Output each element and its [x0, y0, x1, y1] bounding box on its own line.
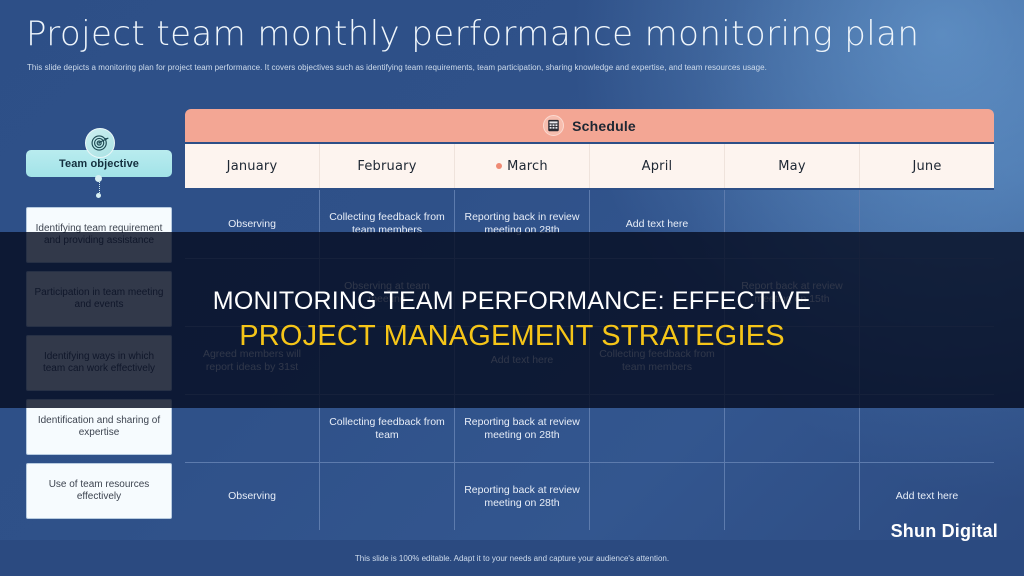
month-header-march[interactable]: March: [455, 144, 590, 188]
month-marker-dot: [496, 163, 503, 169]
cell-text: Add text here: [895, 490, 959, 502]
table-cell[interactable]: Reporting back at review meeting on 28th: [455, 463, 590, 530]
cell-text: Observing: [228, 490, 276, 502]
schedule-title: Schedule: [572, 117, 636, 134]
table-cell[interactable]: Observing: [185, 463, 320, 530]
month-label: April: [641, 158, 673, 174]
month-label: January: [226, 158, 278, 174]
cell-text: Add text here: [625, 217, 689, 230]
table-cell[interactable]: [320, 463, 455, 530]
page-subtitle: This slide depicts a monitoring plan for…: [27, 63, 767, 72]
objective-card-label: Identification and sharing of expertise: [37, 414, 161, 439]
footer-note: This slide is 100% editable. Adapt it to…: [354, 554, 670, 563]
cell-text: Observing: [228, 217, 276, 230]
schedule-header-bar: Schedule: [185, 109, 994, 144]
month-header-row: January February March April May June: [185, 144, 994, 188]
overlay-headline-primary: MONITORING TEAM PERFORMANCE: EFFECTIVE: [212, 287, 812, 315]
objective-card-label: Use of team resources effectively: [48, 478, 150, 503]
month-label: March: [507, 158, 548, 174]
overlay-banner: MONITORING TEAM PERFORMANCE: EFFECTIVE P…: [0, 232, 1024, 408]
team-objective-label: Team objective: [58, 157, 140, 170]
watermark: Shun Digital: [890, 521, 998, 541]
table-cell[interactable]: Add text here: [860, 463, 994, 530]
month-label: May: [778, 158, 806, 174]
month-header-april[interactable]: April: [590, 144, 725, 188]
overlay-headline-secondary: PROJECT MANAGEMENT STRATEGIES: [239, 320, 785, 352]
month-header-may[interactable]: May: [725, 144, 860, 188]
connector-dot-top: [95, 175, 102, 182]
objective-card-5[interactable]: Use of team resources effectively: [26, 463, 172, 519]
connector-dot-bottom: [96, 193, 101, 198]
table-cell[interactable]: [590, 463, 725, 530]
month-header-february[interactable]: February: [320, 144, 455, 188]
month-header-january[interactable]: January: [185, 144, 320, 188]
table-cell[interactable]: [725, 463, 860, 530]
page-title: Project team monthly performance monitor…: [26, 14, 920, 54]
cell-text: Collecting feedback from team: [329, 415, 445, 441]
cell-text: Reporting back at review meeting on 28th: [464, 415, 580, 441]
month-label: June: [912, 158, 942, 174]
table-row: Observing Reporting back at review meeti…: [185, 462, 994, 530]
month-header-june[interactable]: June: [860, 144, 994, 188]
target-icon: [85, 128, 115, 158]
cell-text: Reporting back at review meeting on 28th: [464, 483, 580, 509]
slide-canvas: Project team monthly performance monitor…: [0, 0, 1024, 576]
calendar-icon: [543, 115, 565, 136]
month-label: February: [357, 158, 417, 174]
